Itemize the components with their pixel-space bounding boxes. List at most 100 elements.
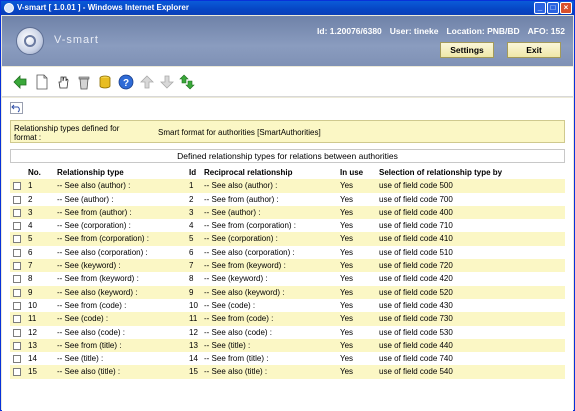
database-icon[interactable] (97, 74, 113, 90)
row-type: -- See (code) : (57, 314, 109, 324)
row-reciprocal: -- See also (corporation) : (204, 247, 295, 257)
delete-trash-icon[interactable] (76, 74, 92, 90)
row-checkbox[interactable] (13, 222, 21, 231)
row-id: 7 (189, 261, 194, 271)
row-reciprocal: -- See also (title) : (204, 367, 268, 377)
row-type: -- See from (corporation) : (57, 234, 150, 244)
row-id: 13 (189, 340, 198, 350)
move-down-icon[interactable] (159, 74, 175, 90)
title-bar: V-smart [ 1.0.01 ] - Windows Internet Ex… (1, 1, 574, 15)
row-selection: use of field code 730 (379, 314, 453, 324)
table-row[interactable]: 8 -- See from (keyword) : 8 -- See (keyword… (10, 272, 565, 286)
swap-icon[interactable] (179, 74, 195, 90)
row-id: 4 (189, 221, 194, 231)
settings-button[interactable]: Settings (440, 42, 494, 58)
header-reciprocal: Reciprocal relationship (204, 168, 293, 177)
row-in-use: Yes (340, 207, 354, 217)
row-selection: use of field code 530 (379, 327, 453, 337)
header-type: Relationship type (57, 168, 124, 177)
help-icon[interactable]: ? (118, 74, 134, 90)
row-no: 10 (28, 300, 37, 310)
table-header: No. Relationship type Id Reciprocal rela… (10, 166, 565, 180)
select-hand-icon[interactable] (55, 74, 71, 90)
row-checkbox[interactable] (13, 248, 21, 257)
row-selection: use of field code 430 (379, 300, 453, 310)
table-row[interactable]: 14 -- See (title) : 14 -- See from (title) … (10, 352, 565, 366)
row-checkbox[interactable] (13, 301, 21, 310)
row-id: 5 (189, 234, 194, 244)
row-type: -- See from (author) : (57, 207, 132, 217)
row-reciprocal: -- See from (keyword) : (204, 261, 286, 271)
table-row[interactable]: 3 -- See from (author) : 3 -- See (author) … (10, 205, 565, 220)
row-checkbox[interactable] (13, 208, 21, 217)
row-checkbox[interactable] (13, 235, 21, 244)
row-checkbox[interactable] (13, 341, 21, 350)
table-row[interactable]: 7 -- See (keyword) : 7 -- See from (keyword… (10, 259, 565, 273)
row-checkbox[interactable] (13, 328, 21, 337)
row-id: 14 (189, 354, 198, 364)
row-in-use: Yes (340, 247, 354, 257)
row-type: -- See from (keyword) : (57, 274, 139, 284)
row-in-use: Yes (340, 287, 354, 297)
table-row[interactable]: 4 -- See (corporation) : 4 -- See from (cor… (10, 219, 565, 233)
back-arrow-icon[interactable] (12, 74, 28, 90)
logo-text: V-smart (54, 34, 99, 46)
format-info-box: Relationship types defined for format : … (10, 120, 565, 143)
undo-button[interactable] (10, 102, 23, 114)
row-type: -- See also (corporation) : (57, 247, 148, 257)
row-selection: use of field code 720 (379, 261, 453, 271)
row-in-use: Yes (340, 327, 354, 337)
row-id: 11 (189, 314, 198, 324)
row-selection: use of field code 420 (379, 274, 453, 284)
row-checkbox[interactable] (13, 368, 21, 377)
row-checkbox[interactable] (13, 288, 21, 297)
toolbar: ? (2, 67, 573, 97)
row-id: 10 (189, 300, 198, 310)
session-id: Id: 1.20076/6380 (317, 26, 382, 36)
new-document-icon[interactable] (34, 74, 50, 90)
row-id: 15 (189, 367, 198, 377)
row-type: -- See (keyword) : (57, 261, 121, 271)
table-row[interactable]: 2 -- See (author) : 2 -- See from (author) … (10, 192, 565, 206)
row-id: 9 (189, 287, 194, 297)
table-row[interactable]: 1 -- See also (author) : 1 -- See also (aut… (10, 179, 565, 193)
table-row[interactable]: 6 -- See also (corporation) : 6 -- See also… (10, 245, 565, 260)
table-row[interactable]: 5 -- See from (corporation) : 5 -- See (cor… (10, 232, 565, 246)
vsmart-logo (16, 27, 44, 55)
row-reciprocal: -- See from (corporation) : (204, 221, 297, 231)
row-checkbox[interactable] (13, 315, 21, 324)
table-row[interactable]: 11 -- See (code) : 11 -- See from (code) : Y… (10, 312, 565, 326)
row-no: 5 (28, 234, 33, 244)
session-user: User: tineke (389, 26, 439, 36)
row-type: -- See from (title) : (57, 340, 122, 350)
minimize-icon[interactable]: _ (534, 2, 546, 14)
table-row[interactable]: 12 -- See also (code) : 12 -- See also (cod… (10, 325, 565, 339)
table-row[interactable]: 9 -- See also (keyword) : 9 -- See also (ke… (10, 285, 565, 299)
table-row[interactable]: 10 -- See from (code) : 10 -- See (code) : Y… (10, 298, 565, 313)
row-checkbox[interactable] (13, 355, 21, 364)
exit-button[interactable]: Exit (507, 42, 561, 58)
maximize-icon[interactable]: □ (547, 2, 559, 14)
row-reciprocal: -- See (title) : (204, 340, 251, 350)
row-type: -- See also (code) : (57, 327, 126, 337)
move-up-icon[interactable] (139, 74, 155, 90)
header-id: Id (189, 168, 197, 177)
header-no: No. (28, 168, 41, 177)
table-row[interactable]: 13 -- See from (title) : 13 -- See (title) … (10, 338, 565, 353)
row-reciprocal: -- See also (author) : (204, 181, 278, 191)
row-reciprocal: -- See from (title) : (204, 354, 269, 364)
row-checkbox[interactable] (13, 182, 21, 191)
row-in-use: Yes (340, 221, 354, 231)
close-icon[interactable]: × (560, 2, 572, 14)
row-checkbox[interactable] (13, 195, 21, 204)
table-row[interactable]: 15 -- See also (title) : 15 -- See also (ti… (10, 365, 565, 379)
row-checkbox[interactable] (13, 275, 21, 284)
row-in-use: Yes (340, 354, 354, 364)
row-selection: use of field code 710 (379, 221, 453, 231)
row-selection: use of field code 700 (379, 194, 453, 204)
session-afo: AFO: 152 (527, 26, 565, 36)
row-id: 3 (189, 207, 194, 217)
row-in-use: Yes (340, 314, 354, 324)
row-no: 8 (28, 274, 33, 284)
row-checkbox[interactable] (13, 262, 21, 271)
